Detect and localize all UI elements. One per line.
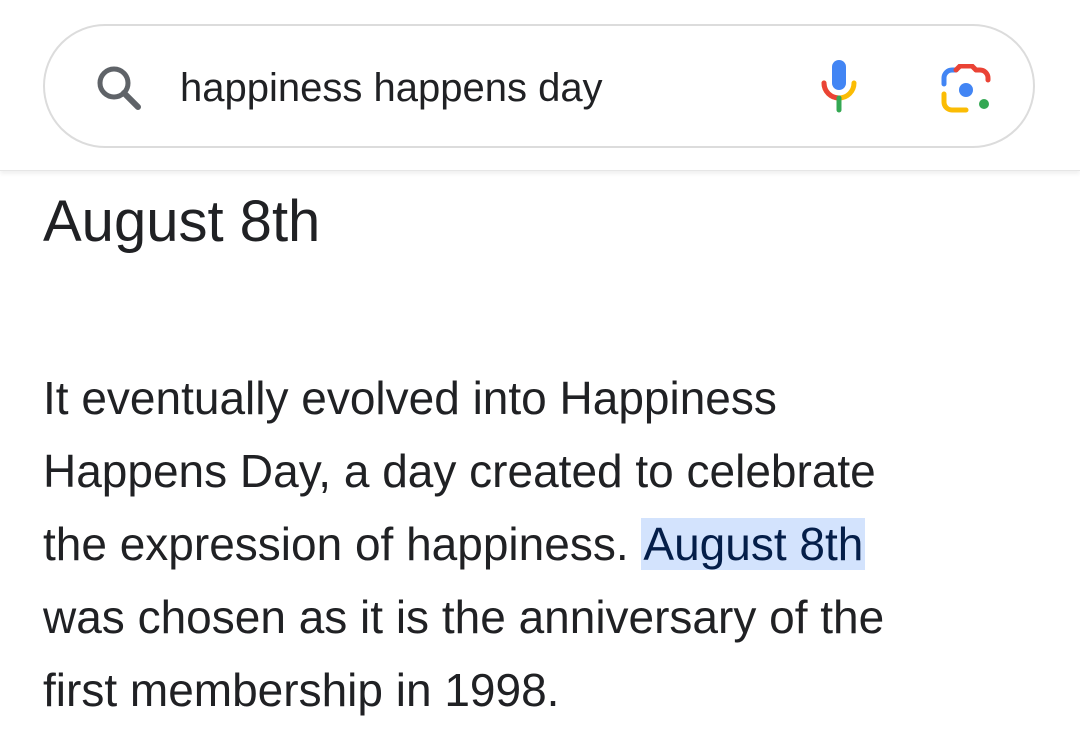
snippet-line: the expression of happiness. August 8th — [43, 508, 1043, 581]
google-lens-icon[interactable] — [938, 64, 994, 116]
snippet-line: was chosen as it is the anniversary of t… — [43, 591, 885, 643]
featured-answer-title: August 8th — [43, 189, 321, 254]
search-box[interactable]: happiness happens day — [43, 24, 1035, 148]
highlighted-answer: August 8th — [641, 518, 866, 570]
snippet-line: Happens Day, a day created to celebrate — [43, 445, 876, 497]
snippet-text: the expression of happiness. — [43, 518, 642, 570]
search-icon[interactable] — [93, 62, 145, 114]
search-header: happiness happens day — [0, 0, 1080, 171]
snippet-line: first membership in 1998. — [43, 664, 560, 716]
featured-snippet-text: It eventually evolved into Happiness Hap… — [43, 362, 1043, 727]
snippet-line: It eventually evolved into Happiness — [43, 372, 777, 424]
search-input[interactable]: happiness happens day — [180, 62, 603, 114]
microphone-icon[interactable] — [813, 56, 865, 118]
